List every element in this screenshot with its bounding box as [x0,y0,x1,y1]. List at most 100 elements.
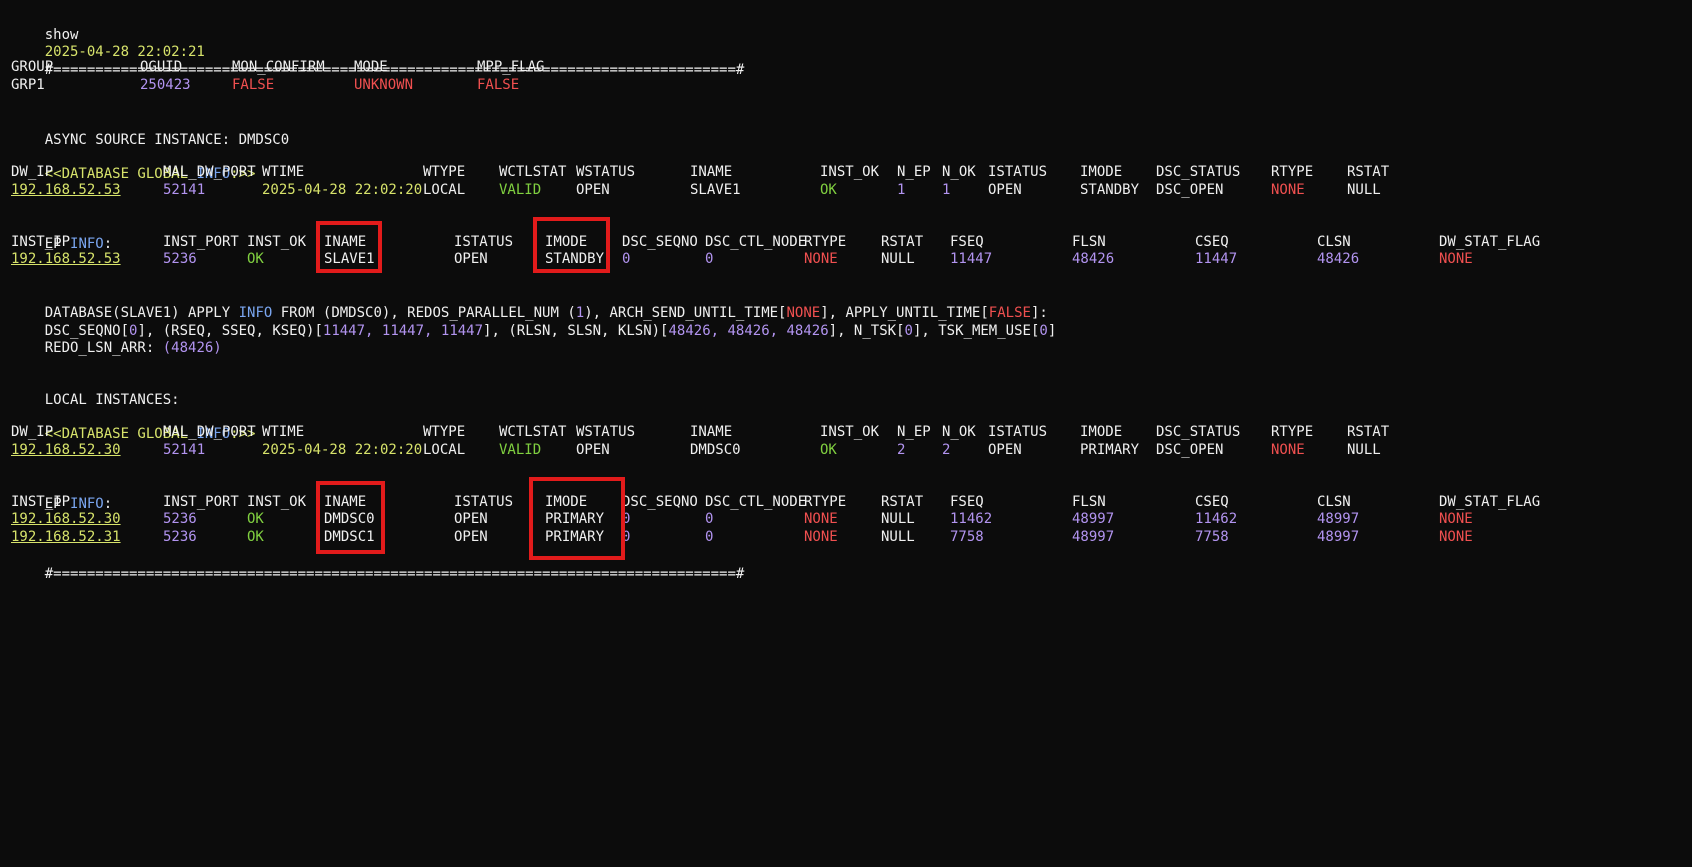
ep-value: SLAVE1 [324,251,375,267]
timestamp-line: 2025-04-28 22:02:21 [11,22,205,60]
db-value: NULL [1347,442,1381,458]
group-value-row: GRP1 250423 FALSE UNKNOWN FALSE [0,75,519,95]
db-header: WTIME [262,424,305,440]
ep-value: OPEN [454,511,488,527]
apply-text: 0 [904,323,913,339]
db-value: NONE [1271,182,1305,198]
ep-value: NULL [881,511,915,527]
db-value: OPEN [576,442,610,458]
db-value: LOCAL [423,182,466,198]
db-value-row: 192.168.52.30 52141 2025-04-28 22:02:20 … [0,440,1381,460]
ep-header: DSC_SEQNO [622,494,698,510]
db-value: SLAVE1 [690,182,741,198]
group-header: GROUP [11,59,54,75]
ep-value: 5236 [163,251,197,267]
db-header: DW_IP [11,424,54,440]
group-value: FALSE [232,77,275,93]
db-global-info-title: <<DATABASE GLOBAL INFO:>> [11,144,256,182]
db-header: INST_OK [820,164,880,180]
ep-value: PRIMARY [545,511,605,527]
db-header: N_EP [897,424,931,440]
group-value: GRP1 [11,77,45,93]
dw-ip-link[interactable]: 192.168.52.30 [11,440,121,460]
db-header: DSC_STATUS [1156,424,1241,440]
db-header: INAME [690,164,733,180]
ep-value: 48426 [1072,251,1115,267]
db-header: WCTLSTAT [499,164,567,180]
ep-info-title: EP INFO: [11,214,112,252]
ep-value: DMDSC0 [324,511,375,527]
ep-value: 0 [622,251,631,267]
db-global-info-title: <<DATABASE GLOBAL INFO:>> [11,404,256,442]
db-value: STANDBY [1080,182,1140,198]
ep-value: NONE [804,529,838,545]
group-value: FALSE [477,77,520,93]
ep-value: 7758 [1195,529,1229,545]
db-header: N_OK [942,164,976,180]
ep-value: OPEN [454,251,488,267]
db-value: DSC_OPEN [1156,442,1224,458]
ep-value: 11462 [1195,511,1238,527]
db-value: VALID [499,442,542,458]
ep-value-row: 192.168.52.53 5236 OK SLAVE1 OPEN STANDB… [0,249,1473,269]
db-value: NONE [1271,442,1305,458]
apply-text: ] [1047,323,1057,339]
db-value: OPEN [988,182,1022,198]
terminal-window[interactable]: show 2025-04-28 22:02:21 #==============… [0,0,1692,617]
ep-header: DSC_CTL_NODE [705,494,807,510]
apply-text: (48426) [162,340,222,356]
ep-value: 11447 [950,251,993,267]
apply-text: 48426, 48426, 48426 [668,323,829,339]
db-value: 52141 [163,442,206,458]
dw-ip-link[interactable]: 192.168.52.53 [11,180,121,200]
db-header: MAL_DW_PORT [163,424,256,440]
db-header: WCTLSTAT [499,424,567,440]
inst-ip-link[interactable]: 192.168.52.30 [11,509,121,529]
ep-value: 11462 [950,511,993,527]
ep-value: 0 [705,511,714,527]
db-header: DSC_STATUS [1156,164,1241,180]
apply-text: ], N_TSK[ [828,323,905,339]
async-source-line: ASYNC SOURCE INSTANCE: DMDSC0 [11,110,289,148]
db-header: IMODE [1080,424,1123,440]
apply-text: REDO_LSN_ARR: [44,340,163,356]
group-header-row: GROUP OGUID MON_CONFIRM MODE MPP_FLAG [0,57,544,77]
inst-ip-link[interactable]: 192.168.52.53 [11,249,121,269]
db-value: NULL [1347,182,1381,198]
group-header: OGUID [140,59,183,75]
ep-value: 5236 [163,511,197,527]
group-value: 250423 [140,77,191,93]
db-value: 1 [897,182,906,198]
db-value: 1 [942,182,951,198]
db-value: 2025-04-28 22:02:20 [262,442,423,458]
db-header: RTYPE [1271,164,1314,180]
db-header: DW_IP [11,164,54,180]
ep-info-title: EP INFO: [11,474,112,512]
separator-bottom: #=======================================… [11,544,745,582]
db-header: WSTATUS [576,424,636,440]
db-value: OPEN [576,182,610,198]
db-value: PRIMARY [1080,442,1140,458]
db-header: WTYPE [423,164,466,180]
ep-value: 0 [622,511,631,527]
db-header: INST_OK [820,424,880,440]
db-header: IMODE [1080,164,1123,180]
db-header: ISTATUS [988,424,1048,440]
db-value: DSC_OPEN [1156,182,1224,198]
db-value: DMDSC0 [690,442,741,458]
apply-info-line: DATABASE(SLAVE1) APPLY INFO FROM (DMDSC0… [11,283,1048,321]
db-header: WTIME [262,164,305,180]
db-header: WSTATUS [576,164,636,180]
db-header: INAME [690,424,733,440]
db-header-row: DW_IP MAL_DW_PORT WTIME WTYPE WCTLSTAT W… [0,162,1389,182]
ep-value-row: 192.168.52.30 5236 OK DMDSC0 OPEN PRIMAR… [0,509,1473,529]
db-value: 2025-04-28 22:02:20 [262,182,423,198]
db-value: VALID [499,182,542,198]
db-header: WTYPE [423,424,466,440]
ep-value: 7758 [950,529,984,545]
ep-header: DSC_SEQNO [622,234,698,250]
db-value-row: 192.168.52.53 52141 2025-04-28 22:02:20 … [0,180,1381,200]
group-header: MPP_FLAG [477,59,545,75]
db-header: MAL_DW_PORT [163,164,256,180]
group-header: MON_CONFIRM [232,59,325,75]
